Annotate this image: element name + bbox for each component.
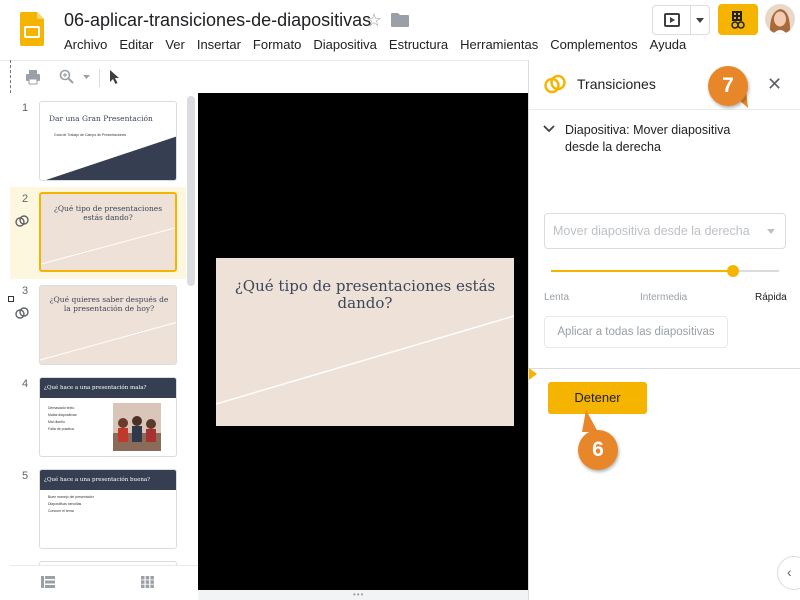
collapse-panel-button[interactable]: ‹ — [777, 556, 800, 590]
share-button[interactable] — [718, 4, 758, 35]
grid-view-icon[interactable] — [141, 576, 154, 588]
apply-all-button[interactable]: Aplicar a todas las diapositivas — [544, 316, 728, 348]
play-icon — [663, 13, 680, 27]
star-icon[interactable]: ☆ — [366, 10, 382, 30]
slide-number: 1 — [22, 102, 29, 114]
zoom-caret-icon[interactable] — [83, 75, 90, 79]
filmstrip-item-3[interactable]: 3 ¿Qué quieres saber después de la prese… — [10, 279, 186, 371]
speed-slider[interactable] — [551, 265, 779, 277]
present-dropdown[interactable] — [691, 6, 709, 34]
thumb-bullets: Demasiado texto Malas diapositivas Mal d… — [48, 406, 77, 431]
avatar[interactable] — [765, 4, 795, 34]
folder-icon[interactable] — [391, 13, 409, 27]
thumb-bullets: Buen manejo del presentador Diapositivas… — [48, 495, 94, 513]
select-value: Mover diapositiva desde la derecha — [553, 224, 750, 238]
filmstrip-item-1[interactable]: 1 Dar una Gran Presentación Guía de Trab… — [10, 95, 186, 187]
panel-header: Transiciones ✕ — [529, 60, 800, 110]
filmstrip-item-2[interactable]: 2 ¿Qué tipo de presentaciones estás dand… — [10, 187, 186, 279]
thumb-line — [41, 227, 175, 265]
chevron-left-icon: ‹ — [787, 564, 792, 580]
menu-diapositiva[interactable]: Diapositiva — [307, 37, 383, 52]
menu-bar: Archivo Editar Ver Insertar Formato Diap… — [58, 37, 692, 52]
resize-handle[interactable] — [8, 296, 14, 302]
speed-medium-label: Intermedia — [640, 292, 688, 303]
print-icon[interactable] — [25, 69, 41, 85]
menu-ver[interactable]: Ver — [159, 37, 191, 52]
close-icon[interactable]: ✕ — [767, 74, 782, 95]
caret-down-icon — [767, 229, 775, 234]
slides-app: 06-aplicar-transiciones-de-diapositivas … — [0, 0, 800, 600]
section-label: Diapositiva: Mover diapositiva desde la … — [565, 123, 731, 154]
thumb-title: ¿Qué hace a una presentación buena? — [44, 477, 151, 483]
present-button — [652, 5, 710, 35]
menu-formato[interactable]: Formato — [247, 37, 307, 52]
thumb-title: ¿Qué hace a una presentación mala? — [44, 385, 147, 391]
slide-number: 5 — [22, 470, 29, 482]
speed-slow-label: Lenta — [544, 292, 570, 303]
thumb-line — [40, 322, 176, 361]
thumb-photo-icon — [113, 403, 161, 451]
drag-dots-icon: ••• — [353, 590, 365, 599]
panel-marker — [529, 368, 537, 380]
filmstrip: 1 Dar una Gran Presentación Guía de Trab… — [10, 93, 198, 565]
filmstrip-scrollbar[interactable] — [187, 96, 195, 286]
callout-6-badge: 6 — [578, 430, 618, 470]
speed-slider-fill — [551, 270, 734, 272]
callout-6-tail — [582, 410, 598, 432]
transition-icon — [15, 307, 29, 319]
document-title[interactable]: 06-aplicar-transiciones-de-diapositivas — [64, 10, 371, 31]
slide-number: 2 — [22, 193, 29, 205]
slide-decoration-line — [216, 315, 514, 405]
caret-down-icon — [696, 17, 704, 23]
menu-complementos[interactable]: Complementos — [544, 37, 643, 52]
thumb-shape — [46, 136, 176, 180]
toolbar-divider — [99, 69, 100, 87]
present-main-button[interactable] — [653, 6, 691, 34]
slides-logo-icon[interactable] — [20, 12, 44, 46]
toolbar — [0, 60, 528, 93]
menu-editar[interactable]: Editar — [113, 37, 159, 52]
panel-title: Transiciones — [577, 76, 656, 92]
filmstrip-item-4[interactable]: 4 ¿Qué hace a una presentación mala? Dem… — [10, 371, 186, 463]
menu-archivo[interactable]: Archivo — [58, 37, 113, 52]
speed-slider-thumb[interactable] — [727, 265, 740, 277]
filmstrip-footer — [10, 565, 198, 600]
lock-share-icon — [731, 10, 745, 29]
slide-thumbnail[interactable]: ¿Qué hace a una presentación buena? Buen… — [39, 469, 177, 549]
transition-icon — [15, 215, 29, 227]
speed-fast-label: Rápida — [755, 292, 787, 303]
transitions-panel: Transiciones ✕ Diapositiva: Mover diapos… — [528, 60, 800, 600]
main-slide[interactable]: ¿Qué tipo de presentaciones estás dando? — [216, 258, 514, 426]
list-view-icon[interactable] — [41, 576, 55, 588]
panel-divider — [529, 368, 800, 369]
user-photo-icon — [765, 4, 795, 34]
slide-thumbnail[interactable]: ¿Qué quieres saber después de la present… — [39, 285, 177, 365]
chevron-down-icon[interactable] — [543, 125, 555, 133]
slide-thumbnail[interactable]: ¿Qué hace a una presentación mala? Demas… — [39, 377, 177, 457]
transition-type-select[interactable]: Mover diapositiva desde la derecha — [544, 213, 786, 249]
callout-7-badge: 7 — [708, 66, 748, 106]
slide-thumbnail[interactable]: Dar una Gran Presentación Guía de Trabaj… — [39, 101, 177, 181]
menu-ayuda[interactable]: Ayuda — [644, 37, 693, 52]
select-cursor-icon[interactable] — [109, 69, 121, 85]
slide-number: 4 — [22, 378, 29, 390]
menu-estructura[interactable]: Estructura — [383, 37, 454, 52]
menu-herramientas[interactable]: Herramientas — [454, 37, 544, 52]
slide-number: 3 — [22, 285, 29, 297]
menu-insertar[interactable]: Insertar — [191, 37, 247, 52]
header: 06-aplicar-transiciones-de-diapositivas … — [0, 0, 800, 60]
filmstrip-item-5[interactable]: 5 ¿Qué hace a una presentación buena? Bu… — [10, 463, 186, 555]
transitions-icon — [544, 74, 566, 94]
zoom-icon[interactable] — [59, 69, 75, 85]
slide-thumbnail[interactable]: ¿Qué tipo de presentaciones estás dando? — [39, 192, 177, 272]
speaker-notes-handle[interactable]: ••• — [198, 590, 528, 600]
